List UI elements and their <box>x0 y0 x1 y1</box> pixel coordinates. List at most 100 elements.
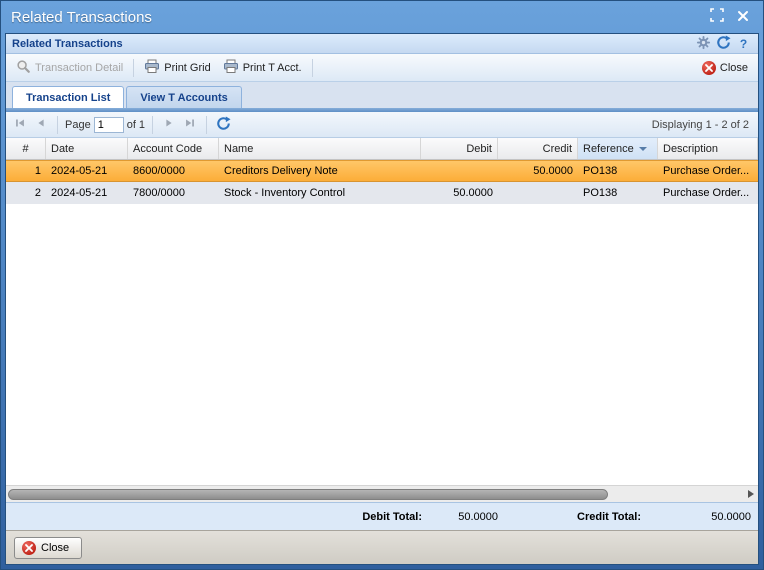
window-close-button[interactable] <box>733 7 753 27</box>
page-input[interactable] <box>94 117 124 133</box>
maximize-button[interactable] <box>707 7 727 27</box>
window-body: Related Transactions <box>5 33 759 565</box>
refresh-tool-button[interactable] <box>715 35 732 52</box>
print-t-acct-button[interactable]: Print T Acct. <box>217 56 308 80</box>
settings-tool-button[interactable] <box>695 35 712 52</box>
pager-separator <box>206 116 207 134</box>
cell-account-code: 8600/0000 <box>128 161 219 181</box>
column-label: # <box>22 143 28 155</box>
close-icon <box>737 9 749 26</box>
grid-row-2[interactable]: 2 2024-05-21 7800/0000 Stock - Inventory… <box>6 182 758 204</box>
panel-header: Related Transactions <box>6 34 758 54</box>
column-header-reference[interactable]: Reference <box>578 138 658 159</box>
tab-label: View T Accounts <box>140 92 227 104</box>
column-label: Debit <box>466 143 492 155</box>
next-page-icon <box>162 116 176 133</box>
tab-bar: Transaction List View T Accounts <box>6 82 758 108</box>
credit-total-label: Credit Total: <box>551 503 641 530</box>
help-button[interactable]: ? <box>735 35 752 52</box>
cell-row-number: 1 <box>6 161 46 181</box>
toolbar: Transaction Detail Print Grid <box>6 54 758 82</box>
cell-reference: PO138 <box>578 161 658 181</box>
column-header-name[interactable]: Name <box>219 138 421 159</box>
pager-refresh-button[interactable] <box>214 116 232 134</box>
prev-page-button[interactable] <box>32 116 50 134</box>
sort-desc-icon <box>639 147 647 151</box>
column-label: Account Code <box>133 143 202 155</box>
close-button[interactable]: Close <box>14 537 82 559</box>
printer-icon <box>223 59 239 77</box>
refresh-icon <box>216 116 231 134</box>
totals-bar: Debit Total: 50.0000 Credit Total: 50.00… <box>6 502 758 530</box>
magnifier-icon <box>16 59 31 77</box>
displaying-status: Displaying 1 - 2 of 2 <box>652 119 753 131</box>
last-page-button[interactable] <box>181 116 199 134</box>
cell-date: 2024-05-21 <box>46 161 128 181</box>
refresh-icon <box>716 35 731 53</box>
cell-row-number: 2 <box>6 182 46 204</box>
column-label: Credit <box>543 143 572 155</box>
cell-date: 2024-05-21 <box>46 182 128 204</box>
column-label: Description <box>663 143 718 155</box>
cell-reference: PO138 <box>578 182 658 204</box>
transaction-detail-label: Transaction Detail <box>35 62 123 74</box>
credit-total-value: 50.0000 <box>651 503 751 530</box>
scrollbar-thumb[interactable] <box>8 489 608 500</box>
grid-body: 1 2024-05-21 8600/0000 Creditors Deliver… <box>6 160 758 485</box>
debit-total-label: Debit Total: <box>336 503 422 530</box>
horizontal-scrollbar[interactable] <box>6 485 758 502</box>
column-header-num[interactable]: # <box>6 138 46 159</box>
toolbar-close-button[interactable]: Close <box>696 58 754 78</box>
pager-separator <box>152 116 153 134</box>
toolbar-separator <box>312 59 313 77</box>
tab-label: Transaction List <box>26 92 110 104</box>
tab-view-t-accounts[interactable]: View T Accounts <box>126 86 241 108</box>
transactions-grid: # Date Account Code Name Debit Credit <box>6 138 758 502</box>
print-grid-button[interactable]: Print Grid <box>138 56 216 80</box>
page-of-label: of 1 <box>127 119 145 131</box>
printer-icon <box>144 59 160 77</box>
prev-page-icon <box>34 116 48 133</box>
pager-separator <box>57 116 58 134</box>
toolbar-close-label: Close <box>720 62 748 74</box>
close-circle-icon <box>702 61 716 75</box>
print-t-acct-label: Print T Acct. <box>243 62 302 74</box>
column-header-debit[interactable]: Debit <box>421 138 498 159</box>
first-page-button[interactable] <box>11 116 29 134</box>
cell-name: Creditors Delivery Note <box>219 161 421 181</box>
related-transactions-window: Related Transactions Related Transaction… <box>0 0 764 570</box>
transaction-detail-button[interactable]: Transaction Detail <box>10 56 129 80</box>
tab-transaction-list[interactable]: Transaction List <box>12 86 124 108</box>
first-page-icon <box>13 116 27 133</box>
cell-name: Stock - Inventory Control <box>219 182 421 204</box>
column-label: Date <box>51 143 74 155</box>
column-header-date[interactable]: Date <box>46 138 128 159</box>
toolbar-separator <box>133 59 134 77</box>
cell-description: Purchase Order... <box>658 161 758 181</box>
column-header-credit[interactable]: Credit <box>498 138 578 159</box>
column-header-description[interactable]: Description <box>658 138 758 159</box>
grid-header: # Date Account Code Name Debit Credit <box>6 138 758 160</box>
window-title: Related Transactions <box>11 9 701 26</box>
close-button-label: Close <box>41 542 69 554</box>
cell-credit: 50.0000 <box>498 161 578 181</box>
print-grid-label: Print Grid <box>164 62 210 74</box>
cell-credit <box>498 182 578 204</box>
page-label: Page <box>65 119 91 131</box>
panel-title: Related Transactions <box>12 38 692 50</box>
window-titlebar: Related Transactions <box>5 1 759 33</box>
gear-icon <box>696 35 711 53</box>
next-page-button[interactable] <box>160 116 178 134</box>
cell-account-code: 7800/0000 <box>128 182 219 204</box>
cell-debit <box>421 161 498 181</box>
column-header-account-code[interactable]: Account Code <box>128 138 219 159</box>
column-label: Name <box>224 143 253 155</box>
cell-debit: 50.0000 <box>421 182 498 204</box>
grid-row-1[interactable]: 1 2024-05-21 8600/0000 Creditors Deliver… <box>6 160 758 182</box>
bottom-button-bar: Close <box>6 530 758 564</box>
debit-total-value: 50.0000 <box>426 503 498 530</box>
last-page-icon <box>183 116 197 133</box>
scroll-right-button[interactable] <box>748 490 754 498</box>
paging-toolbar: Page of 1 <box>6 112 758 138</box>
help-icon: ? <box>740 37 747 51</box>
